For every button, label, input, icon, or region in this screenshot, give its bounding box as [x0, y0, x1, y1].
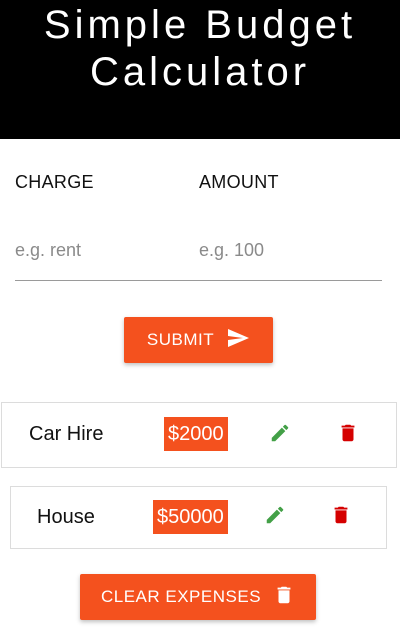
charge-label: CHARGE [15, 172, 94, 192]
expense-amount: $50000 [153, 500, 228, 534]
trash-icon[interactable] [328, 502, 354, 528]
send-icon [226, 326, 250, 355]
app-header: Simple Budget Calculator [0, 0, 400, 139]
amount-label: AMOUNT [199, 172, 279, 192]
budget-app: Simple Budget Calculator CHARGE AMOUNT S… [0, 0, 400, 640]
amount-input[interactable] [199, 236, 369, 264]
submit-button[interactable]: SUBMIT [124, 317, 273, 363]
pencil-icon[interactable] [262, 502, 288, 528]
expense-name: House [37, 506, 95, 528]
charge-input[interactable] [15, 236, 185, 264]
expense-name: Car Hire [29, 423, 104, 445]
pencil-icon[interactable] [267, 420, 293, 446]
submit-label: SUBMIT [146, 330, 215, 349]
input-underline [15, 280, 382, 281]
clear-expenses-button[interactable]: CLEAR EXPENSES [80, 574, 316, 620]
expense-item: House $50000 [10, 486, 387, 549]
clear-expenses-label: CLEAR EXPENSES [100, 587, 262, 606]
expense-item: Car Hire $2000 [1, 402, 397, 468]
expense-amount: $2000 [164, 417, 228, 451]
trash-icon [273, 584, 295, 611]
trash-icon[interactable] [335, 420, 361, 446]
app-title: Simple Budget Calculator [43, 3, 357, 94]
